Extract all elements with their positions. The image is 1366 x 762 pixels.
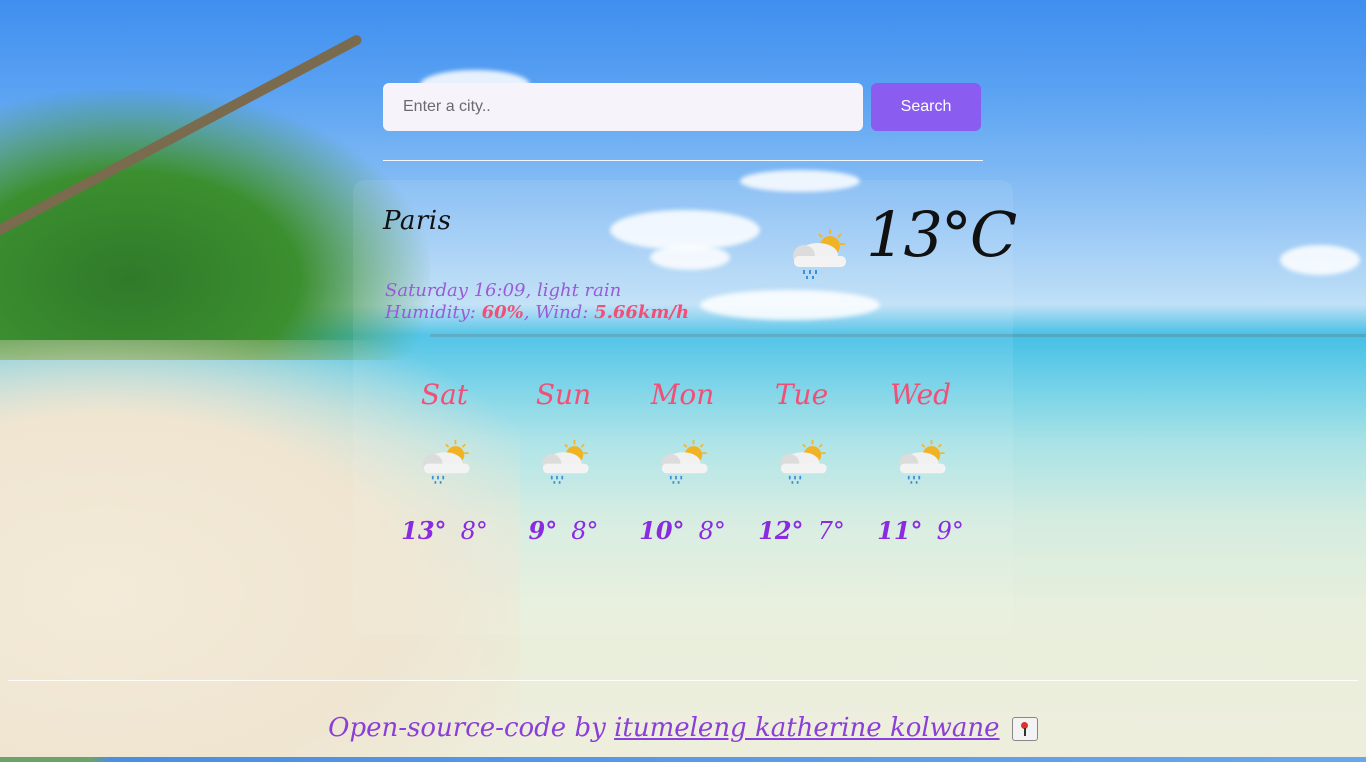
forecast-max-temp: 12° <box>758 516 804 545</box>
current-temperature: 13°C <box>866 198 1017 271</box>
rain-sun-cloud-icon <box>793 229 846 279</box>
cloud <box>1280 245 1360 275</box>
rain-sun-cloud-icon <box>421 439 470 485</box>
wind-label: Wind: <box>535 302 589 323</box>
city-search-input[interactable] <box>383 83 863 131</box>
forecast-max-temp: 11° <box>877 516 923 545</box>
forecast-day-name: Tue <box>774 378 829 411</box>
taskbar-strip <box>0 757 1366 762</box>
day-time: Saturday 16:09 <box>385 280 526 301</box>
humidity-value: 60% <box>481 302 524 323</box>
forecast-temps: 9° 8° <box>504 516 623 545</box>
forecast-max-temp: 10° <box>639 516 685 545</box>
wind-value: 5.66km/h <box>594 302 690 323</box>
author-link[interactable]: itumeleng katherine kolwane <box>614 713 1000 743</box>
rain-sun-cloud-icon <box>897 439 946 485</box>
date-description-line: Saturday 16:09, light rain <box>385 280 689 302</box>
forecast-max-temp: 13° <box>401 516 447 545</box>
separator: , <box>523 302 536 323</box>
weather-details: Saturday 16:09, light rain Humidity: 60%… <box>385 280 689 324</box>
forecast-row: Sat 13° 8° Sun 9° 8° Mon 10° 8° Tue 12° 7° W… <box>385 378 985 545</box>
humidity-wind-line: Humidity: 60%, Wind: 5.66km/h <box>385 302 689 324</box>
forecast-min-temp: 8° <box>571 517 599 545</box>
forecast-day: Tue 12° 7° <box>742 378 861 545</box>
search-button[interactable]: Search <box>871 83 981 131</box>
forecast-day: Wed 11° 9° <box>861 378 980 545</box>
forecast-temps: 12° 7° <box>742 516 861 545</box>
forecast-day: Sat 13° 8° <box>385 378 504 545</box>
separator: , <box>525 280 537 301</box>
forecast-min-temp: 9° <box>936 517 964 545</box>
forecast-day-name: Sat <box>420 378 469 411</box>
forecast-temps: 13° 8° <box>385 516 504 545</box>
city-name: Paris <box>383 206 452 236</box>
search-container: Search <box>383 83 983 131</box>
footer: Open-source-code by itumeleng katherine … <box>0 713 1366 743</box>
humidity-label: Humidity: <box>385 302 476 323</box>
forecast-temps: 10° 8° <box>623 516 742 545</box>
rain-sun-cloud-icon <box>778 439 827 485</box>
temperature-value: 13 <box>866 198 943 271</box>
footer-divider <box>8 680 1358 681</box>
footer-prefix: Open-source-code by <box>328 713 615 743</box>
top-divider <box>383 160 983 161</box>
forecast-max-temp: 9° <box>528 516 558 545</box>
forecast-temps: 11° 9° <box>861 516 980 545</box>
rain-sun-cloud-icon <box>540 439 589 485</box>
rain-sun-cloud-icon <box>659 439 708 485</box>
weather-description: light rain <box>536 280 622 301</box>
search-form: Search <box>383 83 983 131</box>
pushpin-stem <box>1023 728 1026 736</box>
temperature-unit: °C <box>940 198 1017 271</box>
forecast-min-temp: 7° <box>817 517 845 545</box>
forecast-day-name: Mon <box>650 378 715 411</box>
palm-trunk <box>0 33 364 240</box>
forecast-day: Mon 10° 8° <box>623 378 742 545</box>
forecast-day-name: Sun <box>535 378 592 411</box>
forecast-day-name: Wed <box>890 378 951 411</box>
pushpin-button[interactable] <box>1011 717 1038 741</box>
forecast-day: Sun 9° 8° <box>504 378 623 545</box>
forecast-min-temp: 8° <box>460 517 488 545</box>
forecast-min-temp: 8° <box>698 517 726 545</box>
